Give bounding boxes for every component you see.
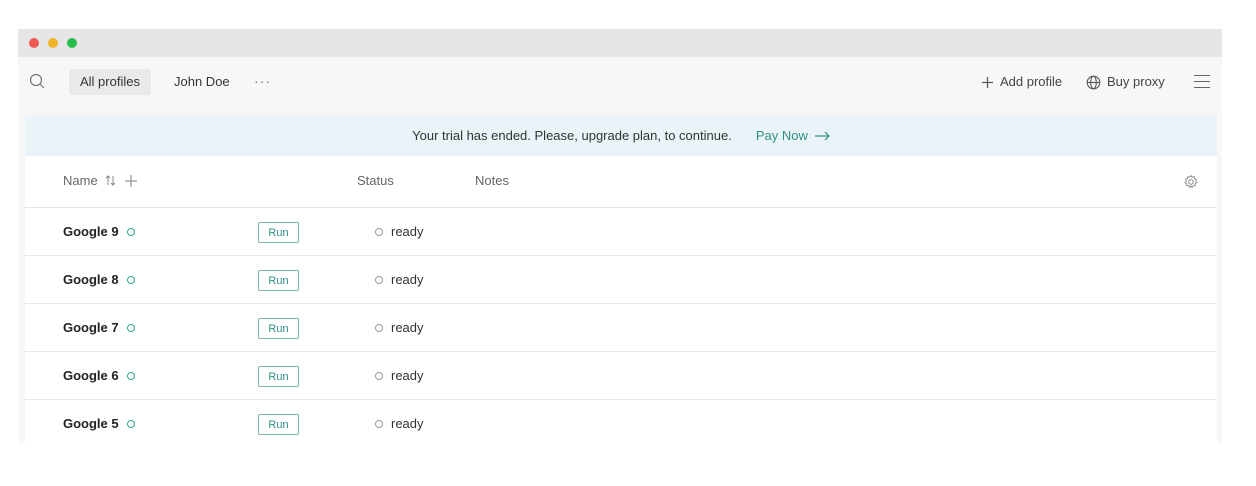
search-icon xyxy=(29,73,45,89)
add-column-icon[interactable] xyxy=(124,174,138,188)
status-text: ready xyxy=(391,224,424,239)
profile-name: Google 8 xyxy=(63,272,119,287)
run-button[interactable]: Run xyxy=(258,414,299,435)
trial-message: Your trial has ended. Please, upgrade pl… xyxy=(412,128,732,143)
run-button[interactable]: Run xyxy=(258,366,299,387)
online-indicator-icon xyxy=(126,227,135,236)
hamburger-menu-icon xyxy=(1194,75,1210,88)
table-settings-button[interactable] xyxy=(1183,174,1199,190)
status-text: ready xyxy=(391,320,424,335)
status-cell: ready xyxy=(375,416,424,431)
maximize-window-button[interactable] xyxy=(67,38,77,48)
plus-icon xyxy=(982,76,993,88)
buy-proxy-button[interactable]: Buy proxy xyxy=(1086,69,1165,95)
status-circle-icon xyxy=(375,275,383,284)
table-row[interactable]: Google 9 Run ready xyxy=(25,208,1217,256)
status-text: ready xyxy=(391,368,424,383)
table-row[interactable]: Google 8 Run ready xyxy=(25,256,1217,304)
tab-john-doe[interactable]: John Doe xyxy=(163,69,241,95)
table-header: Name Status Notes xyxy=(25,156,1217,208)
more-tabs-button[interactable]: ··· xyxy=(254,69,271,95)
globe-icon xyxy=(1086,75,1101,89)
status-cell: ready xyxy=(375,272,424,287)
table-row[interactable]: Google 5 Run ready xyxy=(25,400,1217,443)
minimize-window-button[interactable] xyxy=(48,38,58,48)
profile-name-cell: Google 6 xyxy=(63,368,135,383)
column-name: Name xyxy=(63,173,138,188)
status-circle-icon xyxy=(375,323,383,332)
profile-name-cell: Google 8 xyxy=(63,272,135,287)
add-profile-button[interactable]: Add profile xyxy=(981,69,1062,95)
online-indicator-icon xyxy=(126,275,135,284)
gear-icon xyxy=(1184,174,1198,189)
column-notes: Notes xyxy=(475,173,509,188)
trial-banner: Your trial has ended. Please, upgrade pl… xyxy=(25,115,1217,156)
status-circle-icon xyxy=(375,227,383,236)
status-cell: ready xyxy=(375,224,424,239)
add-profile-label: Add profile xyxy=(1000,74,1063,89)
profile-name: Google 5 xyxy=(63,416,119,431)
status-text: ready xyxy=(391,416,424,431)
status-text: ready xyxy=(391,272,424,287)
window-titlebar xyxy=(18,29,1222,57)
pay-now-link[interactable]: Pay Now xyxy=(756,128,830,143)
run-button[interactable]: Run xyxy=(258,270,299,291)
table-row[interactable]: Google 7 Run ready xyxy=(25,304,1217,352)
close-window-button[interactable] xyxy=(29,38,39,48)
profile-name: Google 6 xyxy=(63,368,119,383)
profile-name-cell: Google 7 xyxy=(63,320,135,335)
search-button[interactable] xyxy=(28,72,48,92)
app-window: All profiles John Doe ··· Add profile Bu… xyxy=(18,29,1222,443)
run-button[interactable]: Run xyxy=(258,222,299,243)
profile-name-cell: Google 5 xyxy=(63,416,135,431)
arrow-right-icon xyxy=(814,131,830,140)
sort-icon[interactable] xyxy=(104,174,118,187)
online-indicator-icon xyxy=(126,371,135,380)
status-circle-icon xyxy=(375,371,383,380)
run-button[interactable]: Run xyxy=(258,318,299,339)
hamburger-menu-button[interactable] xyxy=(1194,75,1210,89)
buy-proxy-label: Buy proxy xyxy=(1107,74,1165,89)
status-cell: ready xyxy=(375,368,424,383)
online-indicator-icon xyxy=(126,419,135,428)
online-indicator-icon xyxy=(126,323,135,332)
pay-now-label: Pay Now xyxy=(755,128,808,143)
column-status: Status xyxy=(357,173,394,188)
profile-name: Google 9 xyxy=(63,224,119,239)
status-circle-icon xyxy=(375,419,383,428)
profile-name: Google 7 xyxy=(63,320,119,335)
column-name-label: Name xyxy=(63,173,98,188)
table-row[interactable]: Google 6 Run ready xyxy=(25,352,1217,400)
profile-name-cell: Google 9 xyxy=(63,224,135,239)
toolbar: All profiles John Doe ··· Add profile Bu… xyxy=(18,57,1222,107)
main-content: Your trial has ended. Please, upgrade pl… xyxy=(25,115,1217,443)
tab-all-profiles[interactable]: All profiles xyxy=(69,69,151,95)
status-cell: ready xyxy=(375,320,424,335)
